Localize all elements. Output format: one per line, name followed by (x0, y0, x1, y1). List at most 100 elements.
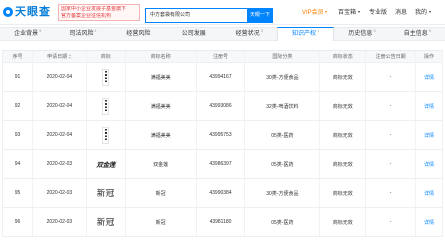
tab-history[interactable]: 历史信息3 (334, 28, 389, 40)
trademark-image: 新冠 (96, 218, 115, 228)
international-class: 05类-医药 (245, 121, 321, 149)
registration-notice-date: - (366, 121, 417, 149)
column-header-class: 国际分类 (245, 51, 321, 62)
trademark-image (102, 126, 110, 144)
detail-link[interactable]: 详情 (424, 74, 434, 81)
row-index: 92 (3, 92, 33, 120)
registration-number: 43990384 (197, 179, 246, 207)
trademark-status: 商标无效 (320, 179, 367, 207)
row-index: 96 (3, 208, 33, 236)
tab-label: 历史信息 (348, 31, 373, 37)
row-index: 94 (3, 150, 33, 178)
table-row: 93 2020-02-04 满福美美 43995753 05类-医药 商标无效 … (2, 121, 443, 150)
section-tabs: 企业背景9 司法风险1 经营风险 公司发展 经营状况3 知识产权1 历史信息3 … (0, 27, 445, 41)
apply-date: 2020-02-04 (33, 63, 87, 91)
detail-cell: 详情 (416, 63, 443, 91)
tab-intellectual-property[interactable]: 知识产权1 (276, 27, 335, 41)
row-index: 95 (3, 179, 33, 207)
table-row: 91 2020-02-04 满福美美 43994167 30类-方便食品 商标无… (2, 63, 443, 92)
trademark-image: 新冠 (96, 189, 115, 199)
registration-notice-date: - (366, 150, 417, 178)
table-row: 94 2020-02-03 双金莲 双金莲 43986397 05类-医药 商标… (2, 150, 443, 179)
column-header-mark: 商标 (87, 51, 126, 62)
registration-number: 43995753 (197, 121, 246, 149)
apply-date: 2020-02-03 (33, 179, 87, 207)
apply-date: 2020-02-03 (33, 208, 87, 236)
registration-notice-date: - (366, 179, 417, 207)
tab-operating-risk[interactable]: 经营风险 (111, 28, 166, 40)
detail-link[interactable]: 详情 (424, 161, 434, 168)
toolbox-menu[interactable]: 百宝箱 (338, 9, 360, 17)
tab-company-development[interactable]: 公司发展 (166, 28, 221, 40)
tab-count: 9 (39, 28, 42, 33)
tab-company-background[interactable]: 企业背景9 (0, 28, 55, 40)
trademark-status: 商标无效 (320, 150, 367, 178)
trademark-status: 商标无效 (320, 92, 367, 120)
trademark-name: 满福美美 (126, 121, 197, 149)
international-class: 32类-啤酒饮料 (245, 92, 321, 120)
detail-cell: 详情 (416, 208, 443, 236)
sort-icon[interactable] (68, 54, 72, 59)
tab-label: 经营风险 (126, 31, 151, 37)
registration-notice-date: - (366, 92, 417, 120)
row-index: 91 (3, 63, 33, 91)
tab-count: 1 (94, 28, 97, 33)
trademark-status: 商标无效 (320, 63, 367, 91)
search-input[interactable]: 中方套袋有限公司 (145, 8, 247, 23)
apply-date: 2020-02-04 (33, 92, 87, 120)
tab-label: 经营状况 (235, 31, 260, 37)
trademark-name: 满福美美 (126, 92, 197, 120)
tab-label: 自主信息 (403, 31, 428, 37)
trademark-image (102, 97, 110, 115)
column-header-apply-date[interactable]: 申请日期 (33, 51, 87, 62)
column-header-reg-no: 注册号 (197, 51, 246, 62)
chevron-down-icon (357, 11, 360, 14)
registration-notice-date: - (366, 208, 417, 236)
registration-notice-date: - (366, 63, 417, 91)
tab-operating-status[interactable]: 经营状况3 (222, 28, 277, 40)
table-row: 92 2020-02-04 满福美美 43993086 32类-啤酒饮料 商标无… (2, 92, 443, 121)
tianyancha-logo-icon[interactable] (3, 7, 13, 17)
messages-label: 消息 (395, 10, 408, 16)
user-menu[interactable]: 我的 (415, 9, 431, 17)
trademark-name: 新冠 (126, 208, 197, 236)
tab-label: 公司发展 (181, 31, 206, 37)
column-header-label: 申请日期 (47, 54, 68, 60)
detail-link[interactable]: 详情 (424, 103, 434, 110)
detail-link[interactable]: 详情 (424, 219, 434, 226)
trademark-image: 双金莲 (96, 161, 116, 169)
messages-link[interactable]: 消息 (395, 9, 407, 17)
trademark-image-cell: 新冠 (87, 208, 126, 236)
trademark-status: 商标无效 (320, 208, 367, 236)
trademark-status: 商标无效 (320, 121, 367, 149)
tab-judicial-risk[interactable]: 司法风险1 (55, 28, 110, 40)
trademark-image-cell: 新冠 (87, 179, 126, 207)
tab-self-reported-info[interactable]: 自主信息9 (390, 28, 445, 40)
apply-date: 2020-02-04 (33, 121, 87, 149)
chevron-down-icon (428, 11, 431, 14)
detail-cell: 详情 (416, 121, 443, 149)
trademark-image (102, 68, 110, 86)
vip-member-menu[interactable]: VIP会员 (302, 9, 328, 17)
detail-link[interactable]: 详情 (424, 190, 434, 197)
search-button[interactable]: 天眼一下 (247, 8, 273, 23)
detail-cell: 详情 (416, 150, 443, 178)
badge-line-1: 国家中小企业发展子基金旗下 (61, 5, 127, 12)
pro-version-link[interactable]: 专业版 (369, 9, 387, 17)
detail-link[interactable]: 详情 (424, 132, 434, 139)
column-header-name: 商标名称 (126, 51, 197, 62)
logo-text[interactable]: 天眼查 (15, 6, 51, 18)
trademark-image-cell (87, 92, 126, 120)
tab-count: 9 (428, 28, 431, 33)
trademark-image-cell (87, 63, 126, 91)
trademark-name: 双金莲 (126, 150, 197, 178)
tab-count: 1 (316, 28, 320, 33)
table-row: 96 2020-02-03 新冠 新冠 43981180 05类-医药 商标无效… (2, 208, 443, 237)
user-label: 我的 (415, 10, 428, 16)
table-row: 95 2020-02-03 新冠 新冠 43990384 30类-方便食品 商标… (2, 179, 443, 208)
tab-count: 3 (373, 28, 376, 33)
international-class: 05类-医药 (245, 208, 321, 236)
detail-cell: 详情 (416, 92, 443, 120)
trademark-name: 满福美美 (126, 63, 197, 91)
credit-agency-badge: 国家中小企业发展子基金旗下 官方备案企业征信机构 (58, 4, 140, 21)
